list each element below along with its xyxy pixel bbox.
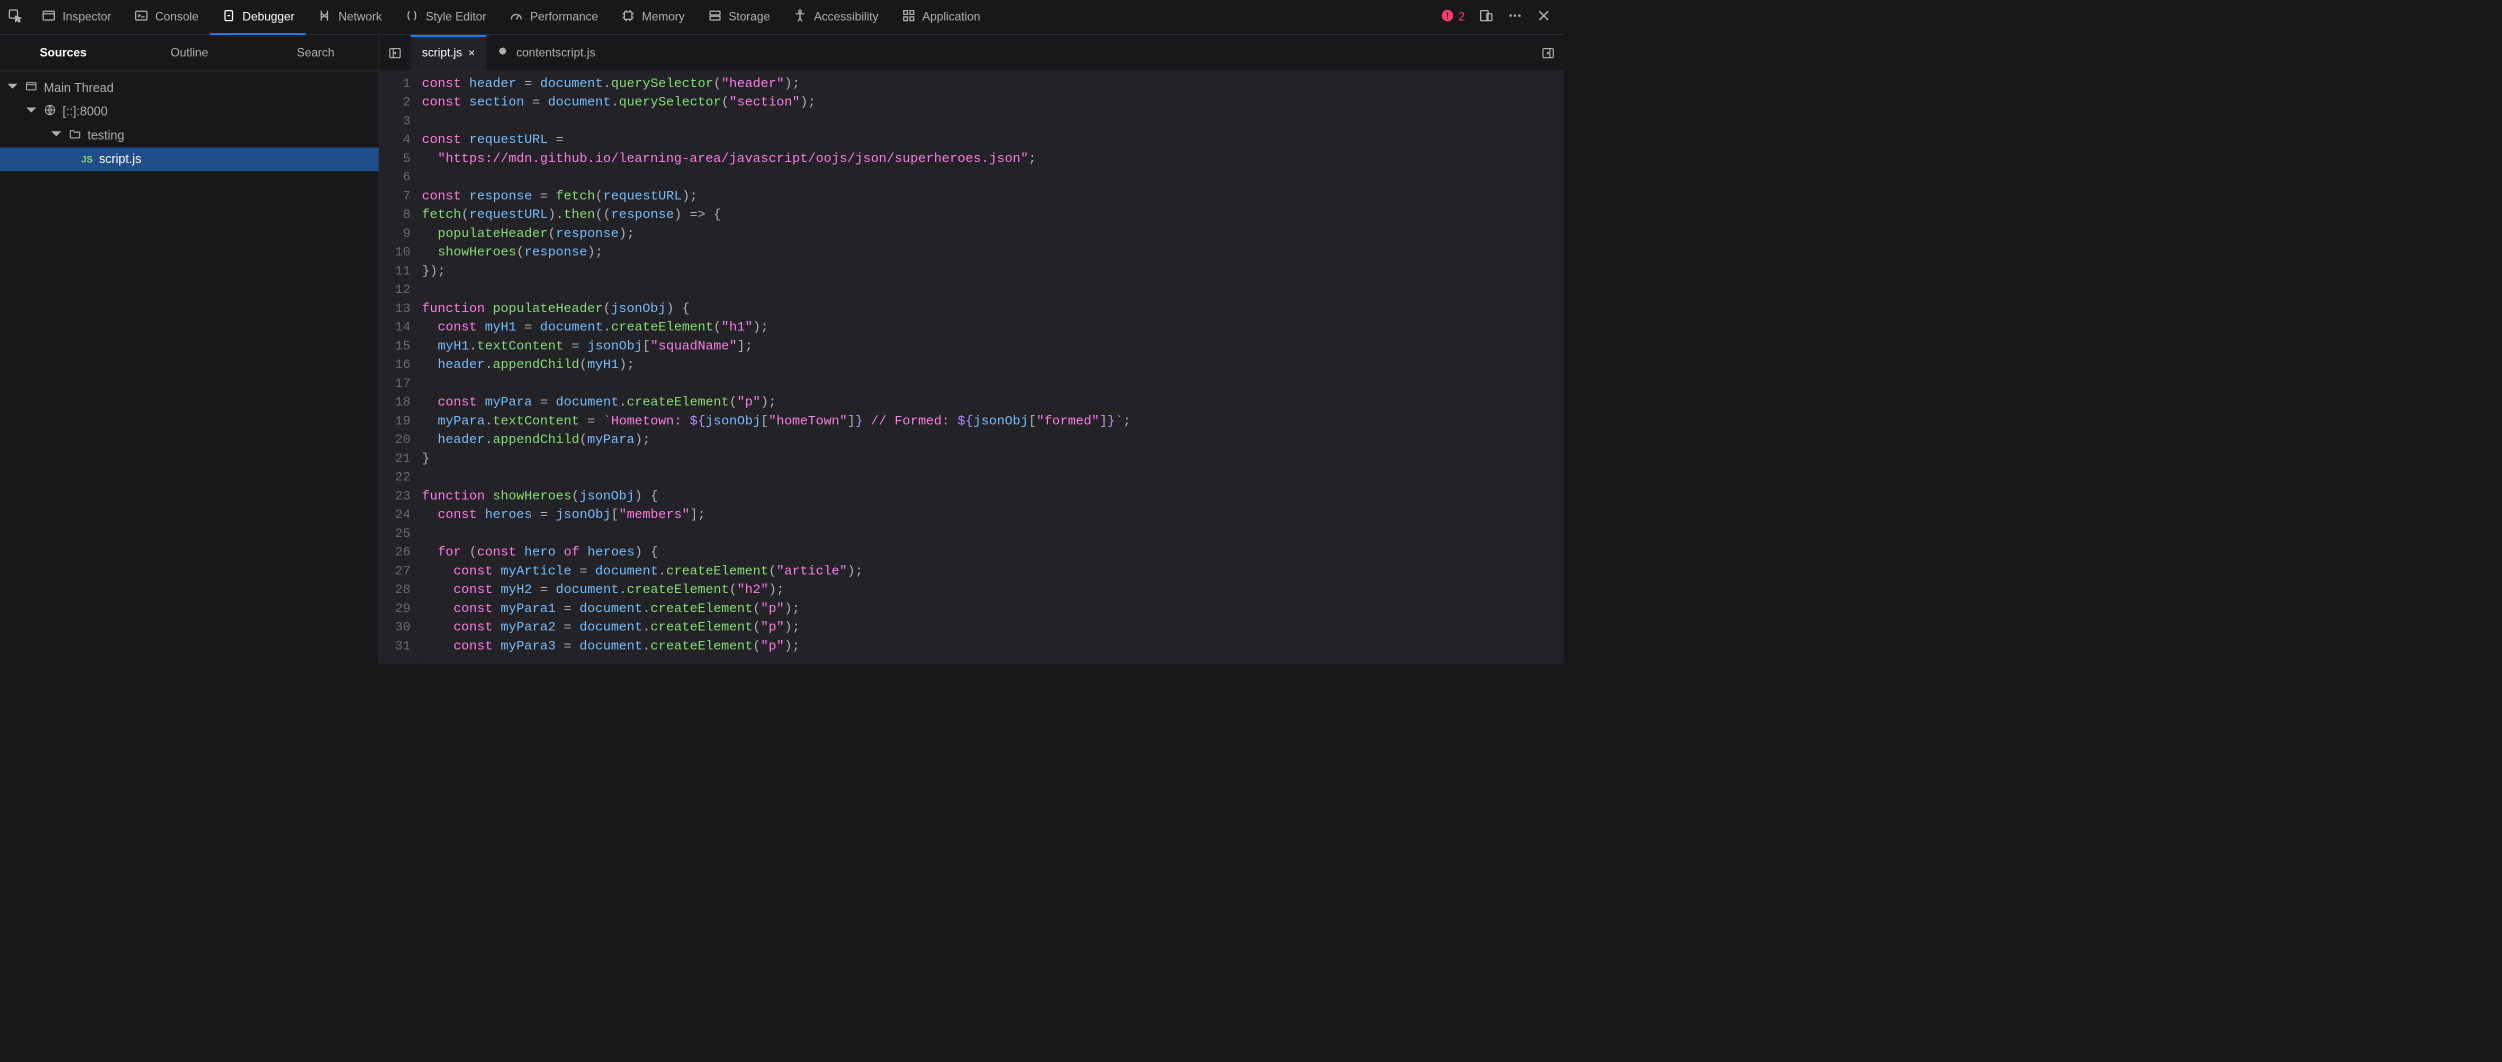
tool-tab-label: Performance [530, 10, 598, 24]
tool-tab-picker[interactable] [0, 0, 30, 34]
toggle-sources-tree-button[interactable] [379, 46, 410, 60]
disclosure-down-icon [25, 104, 38, 120]
subtab-sources[interactable]: Sources [0, 35, 126, 71]
devtools-toolbar: Inspector Console Debugger Network Style Edi… [0, 0, 1564, 35]
memory-icon [621, 8, 636, 27]
tool-tab-label: Application [922, 10, 980, 24]
host-label: [::]:8000 [63, 105, 108, 119]
error-icon [1441, 8, 1455, 26]
disclosure-down-icon [50, 128, 63, 144]
tool-tab-label: Memory [642, 10, 685, 24]
tool-tab-performance[interactable]: Performance [498, 0, 610, 34]
code-content[interactable]: const header = document.querySelector("h… [417, 71, 1564, 664]
editor-tab-label: contentscript.js [516, 46, 595, 60]
kebab-menu-button[interactable] [1508, 8, 1523, 27]
console-icon [134, 8, 149, 27]
js-file-icon: JS [81, 154, 92, 165]
tool-tab-network[interactable]: Network [306, 0, 393, 34]
window-icon [25, 80, 38, 96]
subtab-search[interactable]: Search [253, 35, 379, 71]
error-count: 2 [1458, 10, 1465, 24]
tool-tab-label: Accessibility [814, 10, 879, 24]
source-subtabs: Sources Outline Search [0, 35, 379, 71]
toggle-right-panel-button[interactable] [1533, 46, 1564, 60]
performance-icon [509, 8, 524, 27]
tool-tab-accessibility[interactable]: Accessibility [781, 0, 889, 34]
extension-icon [497, 47, 510, 60]
editor-tabbar: script.js × contentscript.js [379, 35, 1563, 71]
close-tab-button[interactable]: × [468, 46, 475, 59]
application-icon [901, 8, 916, 27]
tool-tab-label: Inspector [63, 10, 112, 24]
tool-tab-console[interactable]: Console [123, 0, 210, 34]
element-picker-icon [8, 8, 23, 27]
globe-icon [44, 104, 57, 120]
thread-label: Main Thread [44, 81, 114, 95]
tool-tab-style-editor[interactable]: Style Editor [393, 0, 497, 34]
debugger-main: Sources Outline Search Main Thread [::]:… [0, 35, 1564, 664]
sources-tree: Main Thread [::]:8000 testing JS script.… [0, 71, 379, 171]
subtab-outline[interactable]: Outline [126, 35, 252, 71]
error-badge[interactable]: 2 [1441, 8, 1465, 26]
code-editor[interactable]: 1234567891011121314151617181920212223242… [379, 71, 1563, 664]
disclosure-down-icon [6, 80, 19, 96]
tool-tab-memory[interactable]: Memory [609, 0, 696, 34]
tool-tab-label: Storage [728, 10, 770, 24]
responsive-mode-button[interactable] [1479, 8, 1494, 27]
tree-folder[interactable]: testing [0, 124, 379, 148]
tool-tab-application[interactable]: Application [890, 0, 992, 34]
accessibility-icon [793, 8, 808, 27]
tree-host[interactable]: [::]:8000 [0, 100, 379, 124]
network-icon [317, 8, 332, 27]
tool-tab-label: Debugger [242, 10, 294, 24]
editor-tab-scriptjs[interactable]: script.js × [411, 35, 487, 71]
close-devtools-button[interactable] [1536, 8, 1551, 27]
debugger-icon [221, 8, 236, 27]
storage-icon [707, 8, 722, 27]
tree-file-scriptjs[interactable]: JS script.js [0, 148, 379, 172]
editor-area: script.js × contentscript.js 12345678910… [379, 35, 1563, 664]
editor-tab-contentscriptjs[interactable]: contentscript.js [486, 35, 606, 71]
tree-thread[interactable]: Main Thread [0, 76, 379, 100]
folder-label: testing [88, 128, 125, 142]
inspector-icon [41, 8, 56, 27]
tool-tab-label: Style Editor [426, 10, 487, 24]
tool-tab-label: Network [338, 10, 382, 24]
editor-tab-label: script.js [422, 46, 462, 60]
tool-tab-inspector[interactable]: Inspector [30, 0, 123, 34]
file-label: script.js [99, 152, 141, 166]
tool-tab-label: Console [155, 10, 199, 24]
line-number-gutter: 1234567891011121314151617181920212223242… [379, 71, 417, 664]
toolbar-right: 2 [1441, 8, 1564, 27]
folder-icon [69, 128, 82, 144]
sources-panel: Sources Outline Search Main Thread [::]:… [0, 35, 379, 664]
tool-tab-debugger[interactable]: Debugger [210, 0, 306, 34]
tool-tab-storage[interactable]: Storage [696, 0, 781, 34]
style-editor-icon [404, 8, 419, 27]
